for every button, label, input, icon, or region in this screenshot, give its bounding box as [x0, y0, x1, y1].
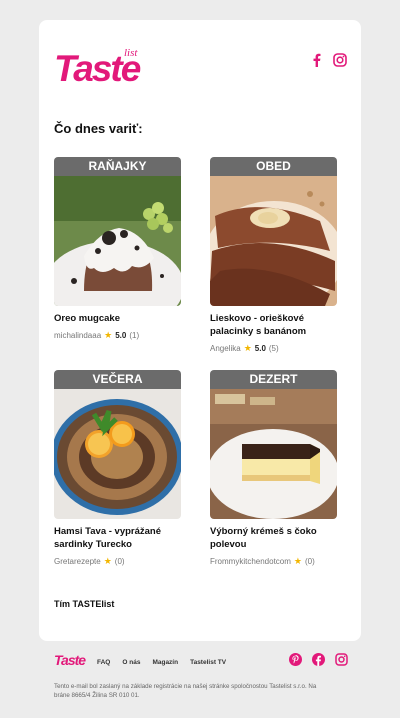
footer-link-about[interactable]: O nás: [122, 659, 140, 666]
star-icon: ★: [243, 343, 252, 353]
footer: Taste FAQ O nás Magazín Tastelist TV: [54, 652, 348, 674]
category-label: VEČERA: [54, 370, 181, 389]
signature: Tím TASTElist: [54, 599, 115, 609]
section-heading: Čo dnes variť:: [54, 121, 143, 136]
facebook-icon[interactable]: [312, 653, 325, 666]
recipe-meta: Frommykitchendotcom ★ (0): [210, 556, 337, 567]
rating-count: (0): [305, 557, 315, 566]
star-icon: ★: [293, 556, 302, 566]
recipe-card[interactable]: OBED Lieskovo - orieškové palacinky s ba…: [210, 157, 337, 354]
tastelist-logo[interactable]: Taste list: [54, 47, 150, 89]
recipe-rating: 5.0: [254, 344, 266, 353]
footer-links: FAQ O nás Magazín Tastelist TV: [97, 659, 226, 666]
rating-count: (1): [129, 331, 140, 340]
recipe-card[interactable]: DEZERT Výborný krémeš s čoko polevou Fro…: [210, 370, 337, 567]
recipe-title[interactable]: Hamsi Tava - vyprážané sardinky Turecko: [54, 525, 181, 551]
recipe-title[interactable]: Lieskovo - orieškové palacinky s banánom: [210, 312, 337, 338]
newsletter-card: Taste list Čo dnes variť: RAŇAJKY Oreo m…: [39, 20, 361, 641]
category-label: DEZERT: [210, 370, 337, 389]
footer-link-faq[interactable]: FAQ: [97, 659, 110, 666]
recipe-card[interactable]: VEČERA Hamsi Tava - vyprážané sardinky T…: [54, 370, 181, 567]
recipe-card[interactable]: RAŇAJKY Oreo mugcake michalindaaa ★ 5.0 …: [54, 157, 181, 341]
instagram-icon[interactable]: [335, 653, 348, 666]
rating-count: (0): [114, 557, 125, 566]
recipe-rating: 5.0: [115, 331, 127, 340]
rating-count: (5): [268, 344, 279, 353]
footer-link-tv[interactable]: Tastelist TV: [190, 659, 226, 666]
recipe-author: Frommykitchendotcom: [210, 557, 291, 566]
instagram-icon[interactable]: [333, 53, 347, 67]
recipe-image[interactable]: [54, 389, 181, 519]
star-icon: ★: [104, 330, 113, 340]
category-label: RAŇAJKY: [54, 157, 181, 176]
recipe-title[interactable]: Výborný krémeš s čoko polevou: [210, 525, 337, 551]
category-label: OBED: [210, 157, 337, 176]
recipe-image[interactable]: [54, 176, 181, 306]
footer-link-magazine[interactable]: Magazín: [152, 659, 178, 666]
header-social: [312, 53, 347, 67]
recipe-meta: Angelika ★ 5.0 (5): [210, 343, 337, 354]
recipe-image[interactable]: [210, 389, 337, 519]
recipe-image[interactable]: [210, 176, 337, 306]
recipe-author: michalindaaa: [54, 331, 102, 340]
recipe-author: Angelika: [210, 344, 241, 353]
recipe-meta: michalindaaa ★ 5.0 (1): [54, 330, 181, 341]
legal-notice: Tento e-mail bol zaslaný na základe regi…: [54, 683, 317, 699]
recipe-author: Gretarezepte: [54, 557, 101, 566]
facebook-icon[interactable]: [312, 53, 321, 67]
recipe-meta: Gretarezepte ★ (0): [54, 556, 181, 567]
footer-logo[interactable]: Taste: [54, 652, 86, 668]
recipe-title[interactable]: Oreo mugcake: [54, 312, 181, 325]
pinterest-icon[interactable]: [289, 653, 302, 666]
star-icon: ★: [103, 556, 112, 566]
footer-social: [289, 653, 348, 666]
logo-sub: list: [124, 47, 138, 59]
